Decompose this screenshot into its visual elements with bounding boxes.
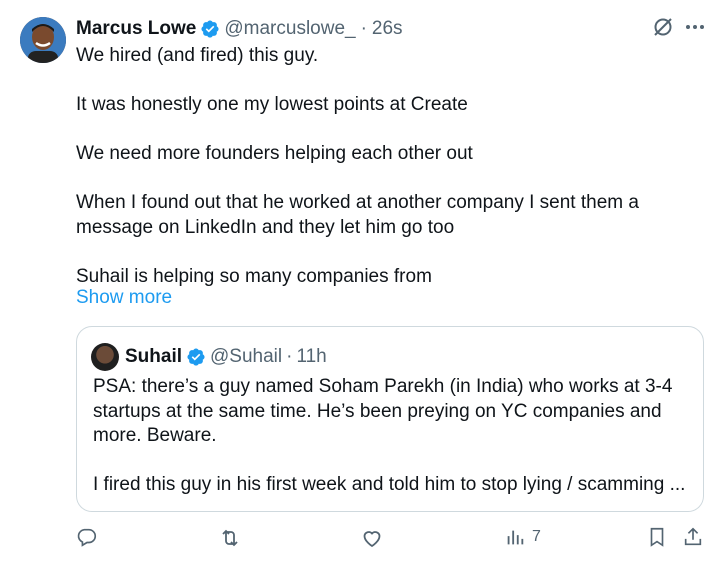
tweet-line: It was honestly one my lowest points at … [76,94,468,115]
like-icon [360,526,384,550]
separator-dot: · [286,346,293,367]
quote-author-handle: @Suhail [210,346,283,367]
author-avatar[interactable] [20,17,66,63]
share-icon [682,526,704,548]
bookmark-button[interactable] [646,526,668,548]
tweet-line: We hired (and fired) this guy. [76,45,319,66]
author-name[interactable]: Marcus Lowe [76,18,196,40]
verified-badge-icon [200,19,220,39]
separator-dot: · [360,18,367,39]
reply-button[interactable] [76,526,98,548]
quote-line: startups at the same time. He’s been pre… [93,400,662,422]
quote-line: PSA: there’s a guy named Soham Parekh (i… [93,376,673,397]
more-icon[interactable] [684,16,706,38]
tweet-timestamp[interactable]: 26s [372,18,403,40]
tweet-line-blank [76,69,696,94]
retweet-button[interactable] [218,526,242,550]
quote-line: more. Beware. [93,425,217,446]
views-count: 7 [532,528,541,545]
quote-line-blank [93,449,693,474]
share-button[interactable] [682,526,704,548]
tweet-line: We need more founders helping each other… [76,143,473,164]
views-icon [504,526,526,548]
quote-line: I fired this guy in his first week and t… [93,474,686,495]
tweet-line: Suhail is helping so many companies from [76,265,432,287]
views-button[interactable]: 7 [504,526,541,548]
tweet-header: Marcus Lowe @marcuslowe_ · 26s [76,15,403,43]
show-more-link[interactable]: Show more [76,287,172,309]
retweet-icon [218,526,242,550]
tweet-line-blank [76,240,696,265]
tweet-line-blank [76,167,696,192]
grok-slash-icon[interactable] [652,16,674,38]
like-button[interactable] [360,526,384,550]
quote-header: Suhail @Suhail · 11h [91,343,327,371]
tweet-line: When I found out that he worked at anoth… [76,192,639,213]
reply-icon [76,526,98,548]
quoted-tweet[interactable]: Suhail @Suhail · 11h PSA: there’s a guy … [76,326,704,512]
avatar-face-icon [20,17,66,63]
tweet-body: We hired (and fired) this guy. It was ho… [76,44,696,289]
author-handle[interactable]: @marcuslowe_ [224,18,355,40]
tweet: Marcus Lowe @marcuslowe_ · 26s We hired … [0,0,720,570]
header-icons [652,16,706,38]
quote-author-name: Suhail [125,346,183,367]
verified-badge-icon [186,347,206,367]
action-bar: 7 [0,526,720,556]
bookmark-icon [646,526,668,548]
quote-timestamp: 11h [296,346,327,367]
tweet-line-blank [76,118,696,143]
quote-author-avatar [91,343,119,371]
tweet-line: message on LinkedIn and they let him go … [76,216,455,238]
quote-body: PSA: there’s a guy named Soham Parekh (i… [93,375,693,498]
